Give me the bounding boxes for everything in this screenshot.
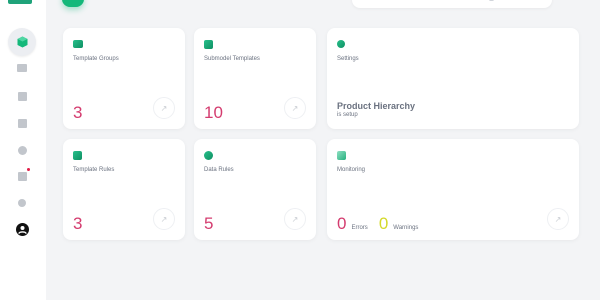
sidebar	[0, 0, 46, 300]
edit-icon	[73, 151, 82, 160]
card-template-groups[interactable]: Template Groups 3 ↗	[63, 28, 185, 129]
card-count: 5	[204, 214, 214, 233]
card-label: Settings	[337, 56, 359, 62]
open-arrow-button[interactable]: ↗	[284, 208, 306, 230]
product-hierarchy-status: is setup	[337, 112, 358, 118]
folder-icon	[73, 40, 83, 48]
sidebar-item-home[interactable]	[8, 28, 36, 56]
user-avatar-icon	[15, 222, 29, 236]
card-template-rules[interactable]: Template Rules 3 ↗	[63, 139, 185, 240]
card-settings[interactable]: Settings Product Hierarchy is setup	[327, 28, 579, 129]
sidebar-item-template-rules[interactable]	[11, 112, 33, 134]
card-count: 10	[204, 103, 223, 122]
card-label: Data Rules	[204, 167, 234, 173]
sidebar-item-profile[interactable]	[11, 218, 33, 240]
open-arrow-button[interactable]: ↗	[153, 208, 175, 230]
settings-icon	[337, 40, 345, 48]
errors-count: 0	[337, 214, 347, 233]
card-count: 3	[73, 103, 83, 122]
open-arrow-button[interactable]: ↗	[284, 97, 306, 119]
card-label: Template Groups	[73, 56, 119, 62]
sidebar-item-templates[interactable]	[11, 85, 33, 107]
app-logo	[62, 0, 84, 7]
product-hierarchy-title: Product Hierarchy	[337, 101, 416, 111]
folder-icon	[17, 64, 27, 72]
card-count: 3	[73, 214, 83, 233]
card-label: Template Rules	[73, 167, 115, 173]
sidebar-item-groups[interactable]	[11, 57, 33, 79]
brand-logo	[8, 0, 32, 4]
sidebar-item-settings[interactable]	[11, 192, 33, 214]
warnings-label: Warnings	[393, 225, 419, 231]
settings-icon	[18, 199, 26, 207]
notification-badge	[27, 168, 30, 171]
search-icon	[489, 0, 494, 1]
sidebar-item-monitoring[interactable]	[11, 165, 33, 187]
open-arrow-button[interactable]: ↗	[153, 97, 175, 119]
data-icon	[204, 151, 213, 160]
card-submodel-templates[interactable]: Submodel Templates 10 ↗	[194, 28, 316, 129]
warnings-count: 0	[378, 214, 389, 233]
monitoring-summary: 0 Errors 0 Warnings	[337, 215, 418, 232]
search-bar[interactable]	[352, 0, 552, 8]
data-icon	[17, 145, 27, 155]
open-arrow-button[interactable]: ↗	[547, 208, 569, 230]
card-data-rules[interactable]: Data Rules 5 ↗	[194, 139, 316, 240]
template-icon	[17, 91, 27, 101]
card-label: Monitoring	[337, 167, 366, 173]
edit-icon	[17, 118, 27, 128]
sidebar-item-data-rules[interactable]	[11, 139, 33, 161]
card-label: Submodel Templates	[204, 56, 260, 62]
card-monitoring[interactable]: Monitoring 0 Errors 0 Warnings ↗	[327, 139, 579, 240]
errors-label: Errors	[351, 225, 368, 231]
notification-icon	[17, 171, 27, 181]
template-icon	[204, 40, 213, 49]
monitor-icon	[337, 151, 346, 160]
cube-icon	[17, 36, 27, 48]
